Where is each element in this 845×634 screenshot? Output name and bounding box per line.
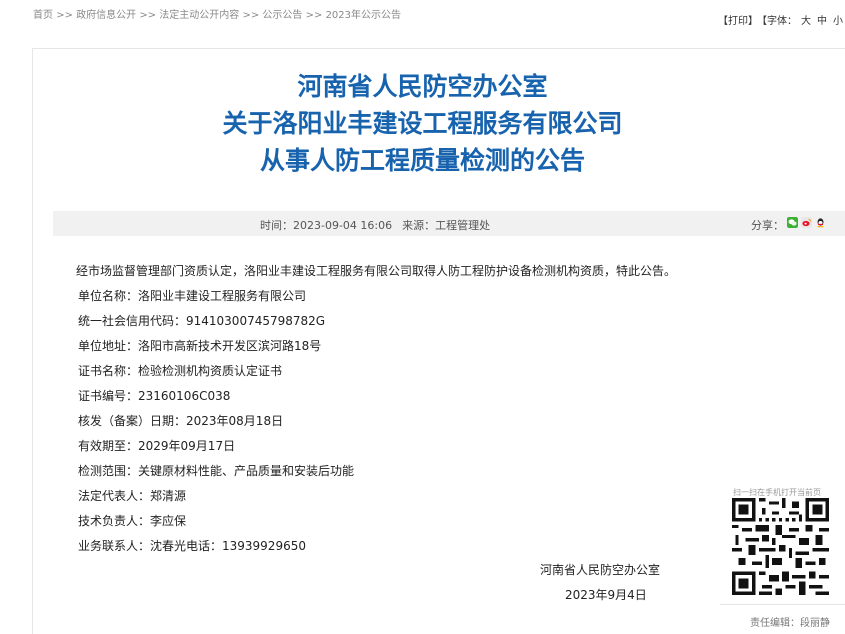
field-certificate-number: 证书编号：23160106C038 xyxy=(78,389,231,403)
font-size-label: 【字体： xyxy=(762,16,797,27)
source-label: 来源： xyxy=(402,219,436,232)
signature: 河南省人民防空办公室 xyxy=(540,563,661,577)
article-title: 河南省人民防空办公室 关于洛阳业丰建设工程服务有限公司 从事人防工程质量检测的公… xyxy=(0,68,845,179)
field-unit-name: 单位名称：洛阳业丰建设工程服务有限公司 xyxy=(78,289,307,303)
share-icons xyxy=(787,217,826,228)
field-contact: 业务联系人：沈春光电话：13939929650 xyxy=(78,539,306,553)
publish-time: 2023-09-04 16:06 xyxy=(293,219,393,232)
wechat-share-icon[interactable] xyxy=(787,217,798,228)
top-bar: 首页 >> 政府信息公开 >> 法定主动公开内容 >> 公示公告 >> 2023… xyxy=(0,0,845,30)
qq-share-icon[interactable] xyxy=(815,217,826,228)
qr-code-icon xyxy=(732,498,829,595)
editor-divider xyxy=(720,604,845,605)
font-large-button[interactable]: 大 xyxy=(801,16,811,27)
field-legal-rep: 法定代表人：郑清源 xyxy=(78,489,187,503)
font-small-button[interactable]: 小 xyxy=(833,16,843,27)
field-address: 单位地址：洛阳市高新技术开发区滨河路18号 xyxy=(78,339,322,353)
field-issue-date: 核发（备案）日期：2023年08月18日 xyxy=(78,414,284,428)
signature-date: 2023年9月4日 xyxy=(565,588,647,602)
print-button[interactable]: 【打印】 xyxy=(718,16,758,27)
source-value: 工程管理处 xyxy=(435,219,491,232)
field-certificate-name: 证书名称：检验检测机构资质认定证书 xyxy=(78,364,283,378)
responsible-editor: 责任编辑：段丽静 xyxy=(750,618,830,629)
breadcrumb-item-legal-content[interactable]: 法定主动公开内容 xyxy=(159,10,239,21)
breadcrumb-item-gov-info[interactable]: 政府信息公开 xyxy=(76,10,136,21)
article-meta-bar: 时间：2023-09-04 16:06 来源：工程管理处 分享： xyxy=(53,211,845,236)
body-intro: 经市场监督管理部门资质认定，洛阳业丰建设工程服务有限公司取得人防工程防护设备检测… xyxy=(76,264,677,278)
title-line-3: 从事人防工程质量检测的公告 xyxy=(259,146,585,175)
article-meta: 时间：2023-09-04 16:06 来源：工程管理处 xyxy=(260,217,490,233)
breadcrumb-item-home[interactable]: 首页 xyxy=(33,10,53,21)
time-label: 时间： xyxy=(260,219,293,232)
breadcrumb-separator: >> xyxy=(56,10,73,21)
field-credit-code: 统一社会信用代码：91410300745798782G xyxy=(78,314,326,328)
breadcrumb-item-notices[interactable]: 公示公告 xyxy=(262,10,302,21)
field-technical-lead: 技术负责人：李应保 xyxy=(78,514,187,528)
title-line-1: 河南省人民防空办公室 xyxy=(297,72,548,101)
breadcrumb-separator: >> xyxy=(305,10,323,21)
breadcrumb: 首页 >> 政府信息公开 >> 法定主动公开内容 >> 公示公告 >> 2023… xyxy=(33,6,401,21)
font-medium-button[interactable]: 中 xyxy=(817,16,827,27)
breadcrumb-item-2023-notices[interactable]: 2023年公示公告 xyxy=(326,10,401,21)
page-tools: 【打印】 【字体： 大中小 xyxy=(718,12,845,27)
qr-caption: 扫一扫在手机打开当前页 xyxy=(733,488,821,497)
title-line-2: 关于洛阳业丰建设工程服务有限公司 xyxy=(222,109,623,138)
field-valid-until: 有效期至：2029年09月17日 xyxy=(78,439,236,453)
share-label: 分享： xyxy=(751,219,784,232)
breadcrumb-separator: >> xyxy=(139,10,157,21)
weibo-share-icon[interactable] xyxy=(801,217,812,228)
field-scope: 检测范围：关键原材料性能、产品质量和安装后功能 xyxy=(78,464,355,478)
breadcrumb-separator: >> xyxy=(242,10,260,21)
